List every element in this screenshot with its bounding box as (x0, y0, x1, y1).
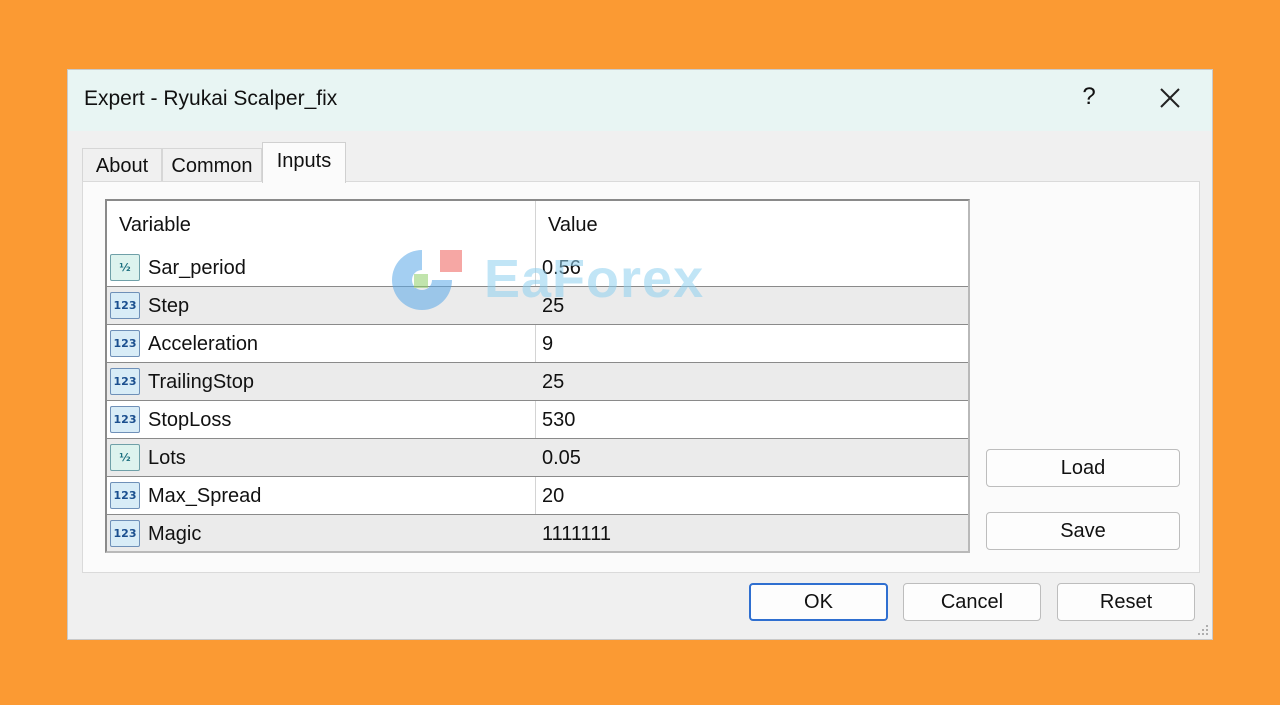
variable-value[interactable]: 1111111 (542, 515, 611, 551)
close-button[interactable] (1152, 80, 1188, 116)
variable-value[interactable]: 0.05 (542, 439, 581, 477)
table-row[interactable]: 123 Magic 1111111 (107, 515, 968, 551)
integer-icon: 123 (110, 482, 140, 509)
integer-icon: 123 (110, 368, 140, 395)
resize-grip-icon[interactable] (1195, 622, 1209, 636)
variable-name: Sar_period (148, 257, 246, 279)
title-bar[interactable]: Expert - Ryukai Scalper_fix ? (68, 70, 1212, 131)
save-button[interactable]: Save (986, 512, 1180, 550)
variable-name: Max_Spread (148, 485, 262, 507)
fraction-icon: ½ (110, 254, 140, 281)
variable-name: TrailingStop (148, 371, 254, 393)
window-title: Expert - Ryukai Scalper_fix (84, 87, 338, 110)
integer-icon: 123 (110, 520, 140, 547)
table-row[interactable]: 123 Max_Spread 20 (107, 477, 968, 515)
inputs-panel: Variable Value ½ Sar_period 0.56 123 Step 25 1… (82, 181, 1200, 573)
table-row[interactable]: 123 TrailingStop 25 (107, 363, 968, 401)
variable-value[interactable]: 0.56 (542, 249, 581, 287)
help-button[interactable]: ? (1074, 83, 1104, 111)
variable-name: Acceleration (148, 333, 259, 355)
integer-icon: 123 (110, 330, 140, 357)
tab-inputs[interactable]: Inputs (262, 142, 346, 183)
reset-button[interactable]: Reset (1057, 583, 1195, 621)
variable-name: Magic (148, 523, 202, 545)
table-row[interactable]: ½ Sar_period 0.56 (107, 249, 968, 287)
tab-about[interactable]: About (82, 148, 162, 182)
integer-icon: 123 (110, 406, 140, 433)
table-row[interactable]: 123 Step 25 (107, 287, 968, 325)
expert-dialog: Expert - Ryukai Scalper_fix ? About Comm… (67, 69, 1213, 640)
grid-header: Variable Value (107, 201, 968, 249)
ok-button[interactable]: OK (749, 583, 888, 621)
table-row[interactable]: 123 Acceleration 9 (107, 325, 968, 363)
variable-value[interactable]: 25 (542, 363, 564, 401)
variable-name: Step (148, 295, 190, 317)
fraction-icon: ½ (110, 444, 140, 471)
integer-icon: 123 (110, 292, 140, 319)
close-icon (1160, 88, 1180, 108)
table-row[interactable]: ½ Lots 0.05 (107, 439, 968, 477)
variable-name: StopLoss (148, 409, 232, 431)
variable-value[interactable]: 20 (542, 477, 564, 515)
variable-value[interactable]: 9 (542, 325, 553, 363)
load-button[interactable]: Load (986, 449, 1180, 487)
cancel-button[interactable]: Cancel (903, 583, 1041, 621)
table-row[interactable]: 123 StopLoss 530 (107, 401, 968, 439)
variable-value[interactable]: 530 (542, 401, 575, 439)
header-value[interactable]: Value (548, 201, 598, 249)
variable-value[interactable]: 25 (542, 287, 564, 325)
inputs-grid: Variable Value ½ Sar_period 0.56 123 Step 25 1… (105, 199, 970, 553)
header-variable[interactable]: Variable (119, 201, 191, 249)
tab-common[interactable]: Common (162, 148, 262, 182)
variable-name: Lots (148, 447, 186, 469)
